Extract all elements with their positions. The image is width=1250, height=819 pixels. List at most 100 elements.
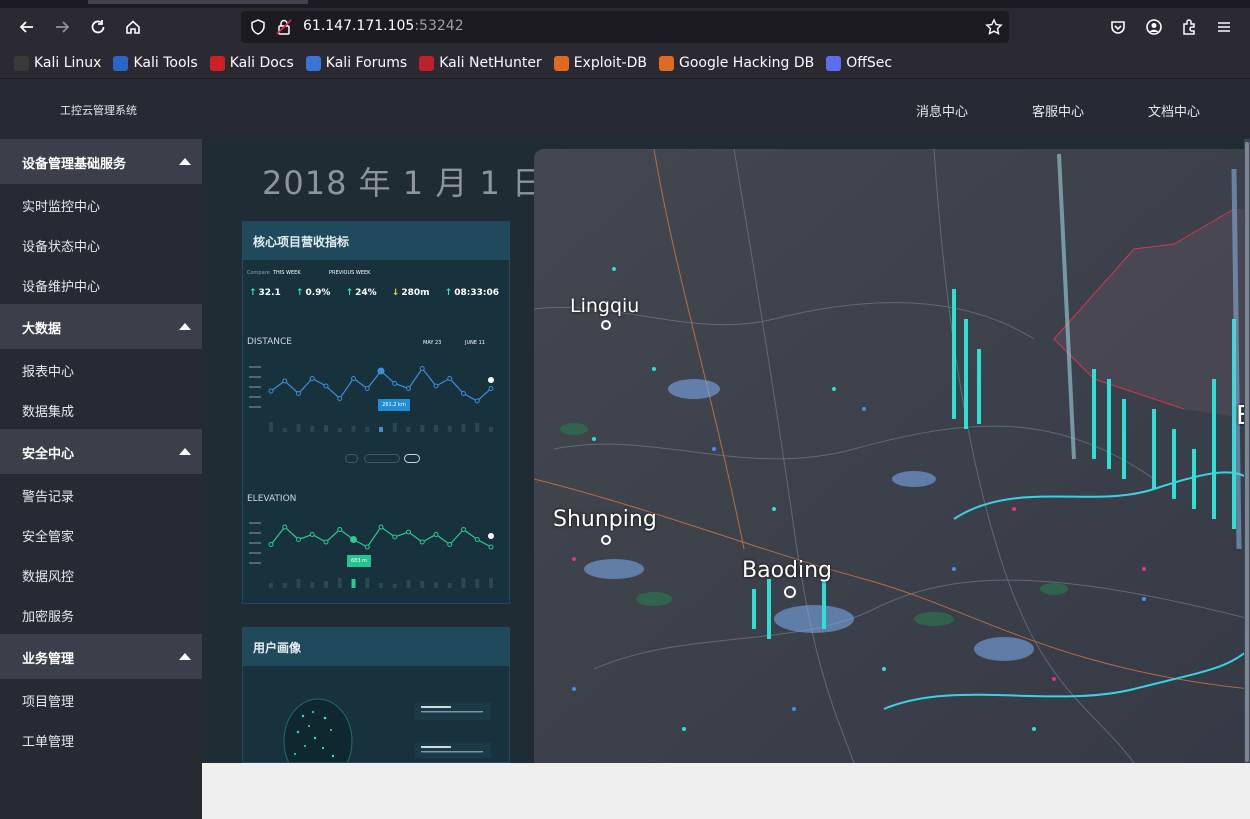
- shield-icon[interactable]: [249, 18, 267, 36]
- sidebar-group-device-mgmt[interactable]: 设备管理基础服务: [0, 139, 202, 184]
- bookmark-item[interactable]: Google Hacking DB: [658, 55, 814, 71]
- collapse-triangle-icon[interactable]: [179, 323, 191, 330]
- data-point[interactable]: [282, 524, 288, 530]
- next-button[interactable]: [404, 454, 420, 463]
- data-point[interactable]: [378, 524, 384, 530]
- data-point[interactable]: [392, 534, 398, 540]
- collapse-triangle-icon[interactable]: [179, 158, 191, 165]
- bookmark-favicon-icon: [658, 55, 674, 71]
- data-point[interactable]: [488, 544, 494, 550]
- data-point[interactable]: [461, 527, 466, 532]
- data-point[interactable]: [474, 398, 480, 404]
- address-bar[interactable]: 61.147.171.105:53242: [241, 11, 1009, 43]
- distance-to-date[interactable]: JUNE 11: [465, 340, 485, 346]
- data-point[interactable]: [323, 383, 329, 389]
- data-point[interactable]: [323, 539, 329, 545]
- data-point[interactable]: [419, 366, 425, 371]
- sidebar-item-device-maintenance[interactable]: 设备维护中心: [0, 264, 202, 304]
- sidebar-item-data-integration[interactable]: 数据集成: [0, 389, 202, 429]
- data-point[interactable]: [309, 532, 315, 537]
- bar-mark: [447, 583, 452, 588]
- bookmark-item[interactable]: Kali Forums: [305, 55, 407, 71]
- reload-icon[interactable]: [83, 12, 113, 42]
- prev-button[interactable]: [345, 454, 358, 463]
- bookmark-favicon-icon: [553, 55, 569, 71]
- back-icon[interactable]: [12, 12, 42, 42]
- kpi-value: 32.1: [258, 288, 281, 298]
- bar-mark: [296, 424, 301, 432]
- sidebar-item-data-risk[interactable]: 数据风控: [0, 554, 202, 594]
- insecure-lock-icon[interactable]: [275, 18, 293, 36]
- data-point[interactable]: [351, 376, 356, 381]
- data-point[interactable]: [461, 391, 466, 396]
- data-point[interactable]: [488, 386, 494, 391]
- bookmark-item[interactable]: Kali NetHunter: [419, 55, 542, 71]
- bookmark-item[interactable]: Kali Tools: [113, 55, 198, 71]
- scrollbar-thumb[interactable]: [1245, 142, 1249, 762]
- data-point[interactable]: [282, 378, 288, 384]
- home-icon[interactable]: [118, 12, 148, 42]
- previous-week-label[interactable]: PREVIOUS WEEK: [329, 270, 370, 276]
- data-point[interactable]: [364, 386, 370, 391]
- data-point[interactable]: [447, 542, 453, 547]
- data-point[interactable]: [377, 367, 385, 375]
- sidebar-item-security-keeper[interactable]: 安全管家: [0, 514, 202, 554]
- collapse-triangle-icon[interactable]: [179, 653, 191, 660]
- kpi-item: ↑ 32.1: [249, 288, 281, 298]
- data-point[interactable]: [433, 383, 439, 389]
- menu-icon[interactable]: [1209, 12, 1239, 42]
- nav-service-center[interactable]: 客服中心: [1032, 101, 1084, 120]
- data-point[interactable]: [268, 388, 274, 394]
- nav-doc-center[interactable]: 文档中心: [1148, 101, 1200, 120]
- sidebar-group-security[interactable]: 安全中心: [0, 429, 202, 474]
- sidebar-group-business[interactable]: 业务管理: [0, 634, 202, 679]
- bookmark-item[interactable]: Kali Linux: [14, 55, 101, 71]
- data-point[interactable]: [364, 544, 370, 550]
- sidebar-item-projects[interactable]: 项目管理: [0, 679, 202, 719]
- elevation-label: ELEVATION: [247, 494, 297, 504]
- bar-mark: [434, 425, 438, 432]
- data-point[interactable]: [447, 376, 453, 381]
- account-icon[interactable]: [1139, 12, 1169, 42]
- sidebar-item-device-status[interactable]: 设备状态中心: [0, 224, 202, 264]
- data-point[interactable]: [337, 527, 343, 532]
- sidebar-item-work-orders[interactable]: 工单管理: [0, 719, 202, 759]
- active-tab-indicator[interactable]: [88, 0, 308, 4]
- data-point[interactable]: [296, 537, 301, 542]
- data-point[interactable]: [309, 376, 315, 381]
- map-view[interactable]: Lingqiu Shunping Baoding B: [534, 149, 1250, 763]
- data-point[interactable]: [350, 536, 357, 543]
- extensions-icon[interactable]: [1174, 12, 1204, 42]
- collapse-triangle-icon[interactable]: [179, 448, 191, 455]
- url-text[interactable]: 61.147.171.105:53242: [303, 18, 464, 34]
- this-week-label[interactable]: THIS WEEK: [273, 270, 301, 276]
- kpi-item: ↓ 280m: [391, 288, 430, 298]
- data-point[interactable]: [268, 542, 274, 547]
- sidebar-item-encryption[interactable]: 加密服务: [0, 594, 202, 634]
- data-point[interactable]: [392, 381, 398, 386]
- data-point[interactable]: [406, 386, 411, 391]
- bookmark-item[interactable]: Kali Docs: [209, 55, 294, 71]
- bookmark-item[interactable]: OffSec: [826, 55, 892, 71]
- pocket-icon[interactable]: [1103, 12, 1133, 42]
- forward-icon[interactable]: [47, 12, 77, 42]
- bar-mark: [351, 579, 356, 588]
- bookmark-item[interactable]: Exploit-DB: [553, 55, 647, 71]
- distance-from-date[interactable]: MAY 23: [423, 340, 441, 346]
- data-point[interactable]: [433, 532, 439, 537]
- bar-mark: [310, 582, 315, 588]
- sidebar-group-big-data[interactable]: 大数据: [0, 304, 202, 349]
- y-tick-label: [249, 366, 261, 368]
- data-point[interactable]: [406, 529, 411, 535]
- sidebar-item-realtime-monitor[interactable]: 实时监控中心: [0, 184, 202, 224]
- data-point[interactable]: [419, 539, 425, 545]
- nav-message-center[interactable]: 消息中心: [916, 101, 968, 120]
- data-point[interactable]: [296, 391, 301, 396]
- sidebar-item-alert-log[interactable]: 警告记录: [0, 474, 202, 514]
- data-point[interactable]: [337, 396, 343, 401]
- data-point[interactable]: [474, 537, 480, 542]
- sidebar-item-reports[interactable]: 报表中心: [0, 349, 202, 389]
- bookmark-star-icon[interactable]: [985, 18, 1003, 36]
- url-host: 61.147.171.105: [303, 18, 415, 34]
- distance-select[interactable]: [364, 454, 400, 463]
